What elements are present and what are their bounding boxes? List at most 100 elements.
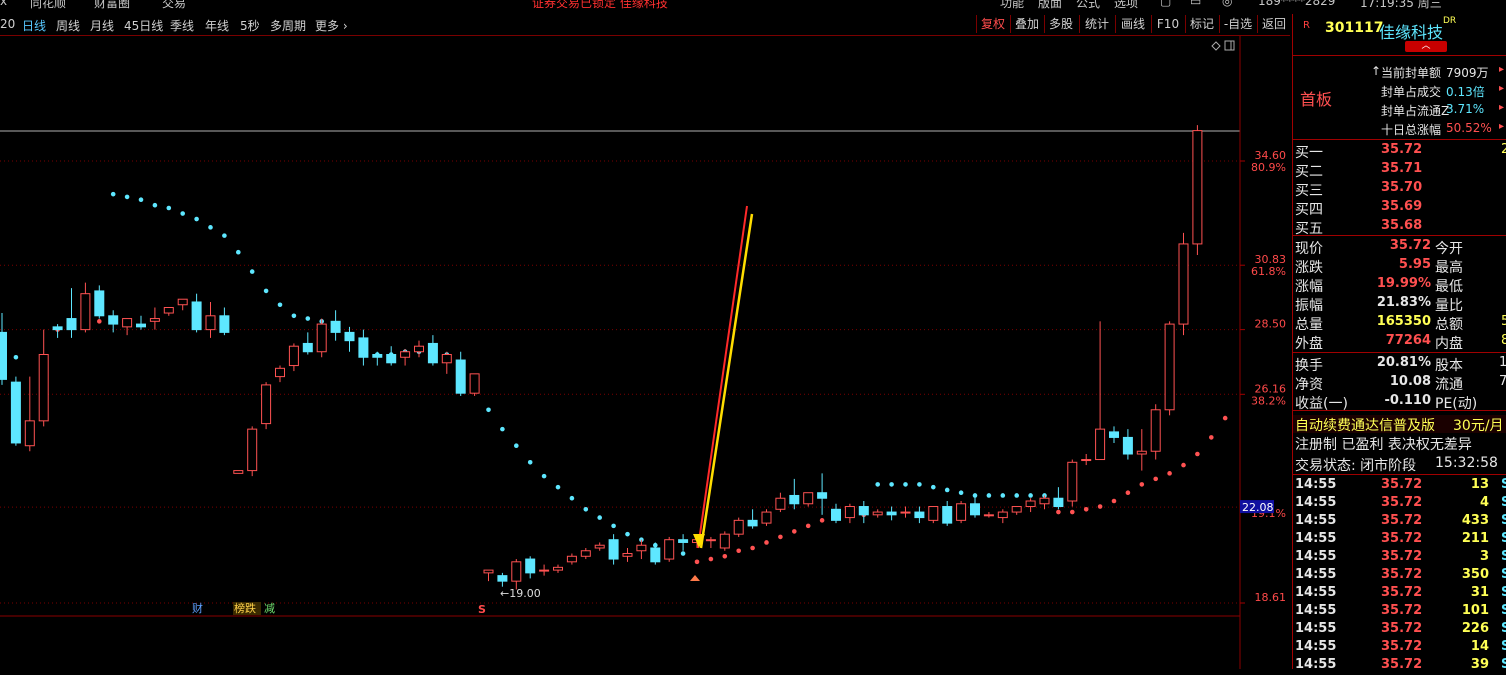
- candle-body: [705, 539, 716, 542]
- tick-side: S: [1501, 585, 1506, 600]
- candle: [10, 376, 21, 446]
- candle: [261, 382, 272, 430]
- candle: [108, 310, 119, 333]
- top-menu-item[interactable]: 交易: [162, 0, 186, 11]
- candle-body: [844, 506, 855, 519]
- candle-body: [497, 575, 508, 582]
- tick-volume: 31: [1470, 585, 1489, 600]
- candle: [66, 288, 77, 338]
- multi-stock-button[interactable]: 多股: [1044, 15, 1077, 33]
- sar-dot: [152, 202, 158, 208]
- event-tags[interactable]: 财 榜跌 减 S: [192, 601, 486, 616]
- candle-body: [330, 320, 341, 333]
- tab-weekly[interactable]: 周线: [56, 17, 80, 34]
- overlay-button[interactable]: 叠加: [1010, 15, 1043, 33]
- diamond-icon[interactable]: [1211, 41, 1221, 51]
- f10-button[interactable]: F10: [1151, 15, 1184, 33]
- ranking-tag[interactable]: 榜跌: [234, 601, 256, 615]
- bid-row[interactable]: 买二 35.71: [1293, 161, 1506, 180]
- tick-volume: 39: [1470, 657, 1489, 672]
- tab-5sec[interactable]: 5秒: [240, 17, 260, 34]
- collapse-button[interactable]: ︿: [1405, 41, 1447, 52]
- reduce-tag[interactable]: 减: [264, 602, 275, 615]
- tick-volume: 226: [1461, 621, 1489, 636]
- message-icon[interactable]: ▢: [1160, 0, 1171, 8]
- tab-monthly[interactable]: 月线: [90, 17, 114, 34]
- bid-row[interactable]: 买四 35.69: [1293, 199, 1506, 218]
- candle-body: [678, 539, 689, 543]
- period-tab[interactable]: 20: [0, 17, 15, 31]
- bid-row[interactable]: 买五 35.68: [1293, 218, 1506, 237]
- tick-time: 14:55: [1295, 495, 1337, 510]
- seal-value: 3.71%: [1446, 102, 1485, 116]
- candlestick-chart[interactable]: 34.6080.9%30.8361.8%28.5026.1638.2%19.1%…: [0, 36, 1291, 669]
- candle: [928, 506, 939, 524]
- buy-signal-icon: [690, 575, 700, 581]
- top-bar: ⅹ 同花顺 财富圈 交易 证券交易已锁定 佳缘科技 功能 版面 公式 选项 ▢ …: [0, 0, 1506, 14]
- candle: [0, 313, 7, 385]
- draw-line-button[interactable]: 画线: [1115, 15, 1150, 33]
- candle-body: [483, 569, 494, 574]
- mark-button[interactable]: 标记: [1185, 15, 1218, 33]
- seal-row: 封单占成交 0.13倍 ▸: [1293, 83, 1506, 101]
- tab-yearly[interactable]: 年线: [205, 17, 229, 34]
- top-menu-item[interactable]: 功能: [1000, 0, 1024, 11]
- top-menu-item[interactable]: 选项: [1114, 0, 1138, 11]
- fundamental-value: 20.81%: [1376, 355, 1431, 370]
- candle-body: [469, 373, 480, 394]
- tick-side: S: [1501, 495, 1506, 510]
- candle: [511, 559, 522, 590]
- bid-row[interactable]: 买一 35.72 2: [1293, 142, 1506, 161]
- tab-45day[interactable]: 45日线: [124, 17, 163, 34]
- ad-price: 30元/月: [1453, 418, 1504, 434]
- fundamental-label: 换手: [1295, 358, 1323, 374]
- candle: [275, 365, 285, 383]
- candle-body: [94, 290, 105, 317]
- tick-side: S: [1501, 657, 1506, 672]
- tick-time: 14:55: [1295, 477, 1337, 492]
- back-button[interactable]: 返回: [1257, 15, 1290, 33]
- candle: [427, 335, 438, 366]
- bid-row[interactable]: 买三 35.70: [1293, 180, 1506, 199]
- sar-dot: [694, 559, 700, 565]
- tick-time: 14:55: [1295, 567, 1337, 582]
- low-price-label: ←19.00: [500, 587, 541, 600]
- sar-dot: [1195, 451, 1200, 457]
- lock-icon[interactable]: ▭: [1190, 0, 1201, 8]
- window-icon[interactable]: [1224, 40, 1235, 51]
- bid-price: 35.69: [1381, 199, 1423, 214]
- candle-body: [1025, 500, 1036, 508]
- tab-multi-period[interactable]: 多周期: [270, 17, 306, 34]
- tick-row: 14:55 35.72 101 S: [1293, 603, 1506, 621]
- candle-body: [539, 569, 550, 572]
- ad-banner[interactable]: 自动续费通达信普及版 30元/月: [1293, 415, 1506, 434]
- sar-dot: [541, 473, 547, 479]
- remove-watchlist-button[interactable]: -自选: [1219, 15, 1256, 33]
- chat-icon[interactable]: ◎: [1222, 0, 1232, 8]
- top-menu-item[interactable]: 公式: [1076, 0, 1100, 11]
- adjust-button[interactable]: 复权: [976, 15, 1009, 33]
- top-menu-item[interactable]: 版面: [1038, 0, 1062, 11]
- candle: [733, 517, 744, 537]
- candle-body: [219, 315, 230, 333]
- tab-quarterly[interactable]: 季线: [170, 17, 194, 34]
- top-menu-item[interactable]: 同花顺: [30, 0, 66, 11]
- quote-value-2: 8: [1501, 333, 1506, 348]
- top-menu-item[interactable]: 财富圈: [94, 0, 130, 11]
- sar-dot: [1167, 471, 1172, 476]
- finance-tag[interactable]: 财: [192, 601, 203, 615]
- chart-corner-icons[interactable]: [1211, 40, 1235, 51]
- bid-label: 买一: [1295, 145, 1323, 161]
- tab-daily[interactable]: 日线: [22, 17, 46, 34]
- tab-more[interactable]: 更多 ›: [315, 17, 348, 34]
- statistics-button[interactable]: 统计: [1079, 15, 1114, 33]
- candle-body: [372, 353, 383, 358]
- chevron-right-icon: ▸: [1499, 64, 1505, 75]
- quote-label-2: 内盘: [1435, 336, 1463, 352]
- candle: [233, 470, 244, 474]
- sar-dot: [97, 319, 102, 324]
- top-menu-item[interactable]: ⅹ: [0, 0, 7, 8]
- bid-label: 买三: [1295, 183, 1323, 199]
- candle-body: [970, 503, 980, 516]
- tick-row: 14:55 35.72 13 S: [1293, 477, 1506, 495]
